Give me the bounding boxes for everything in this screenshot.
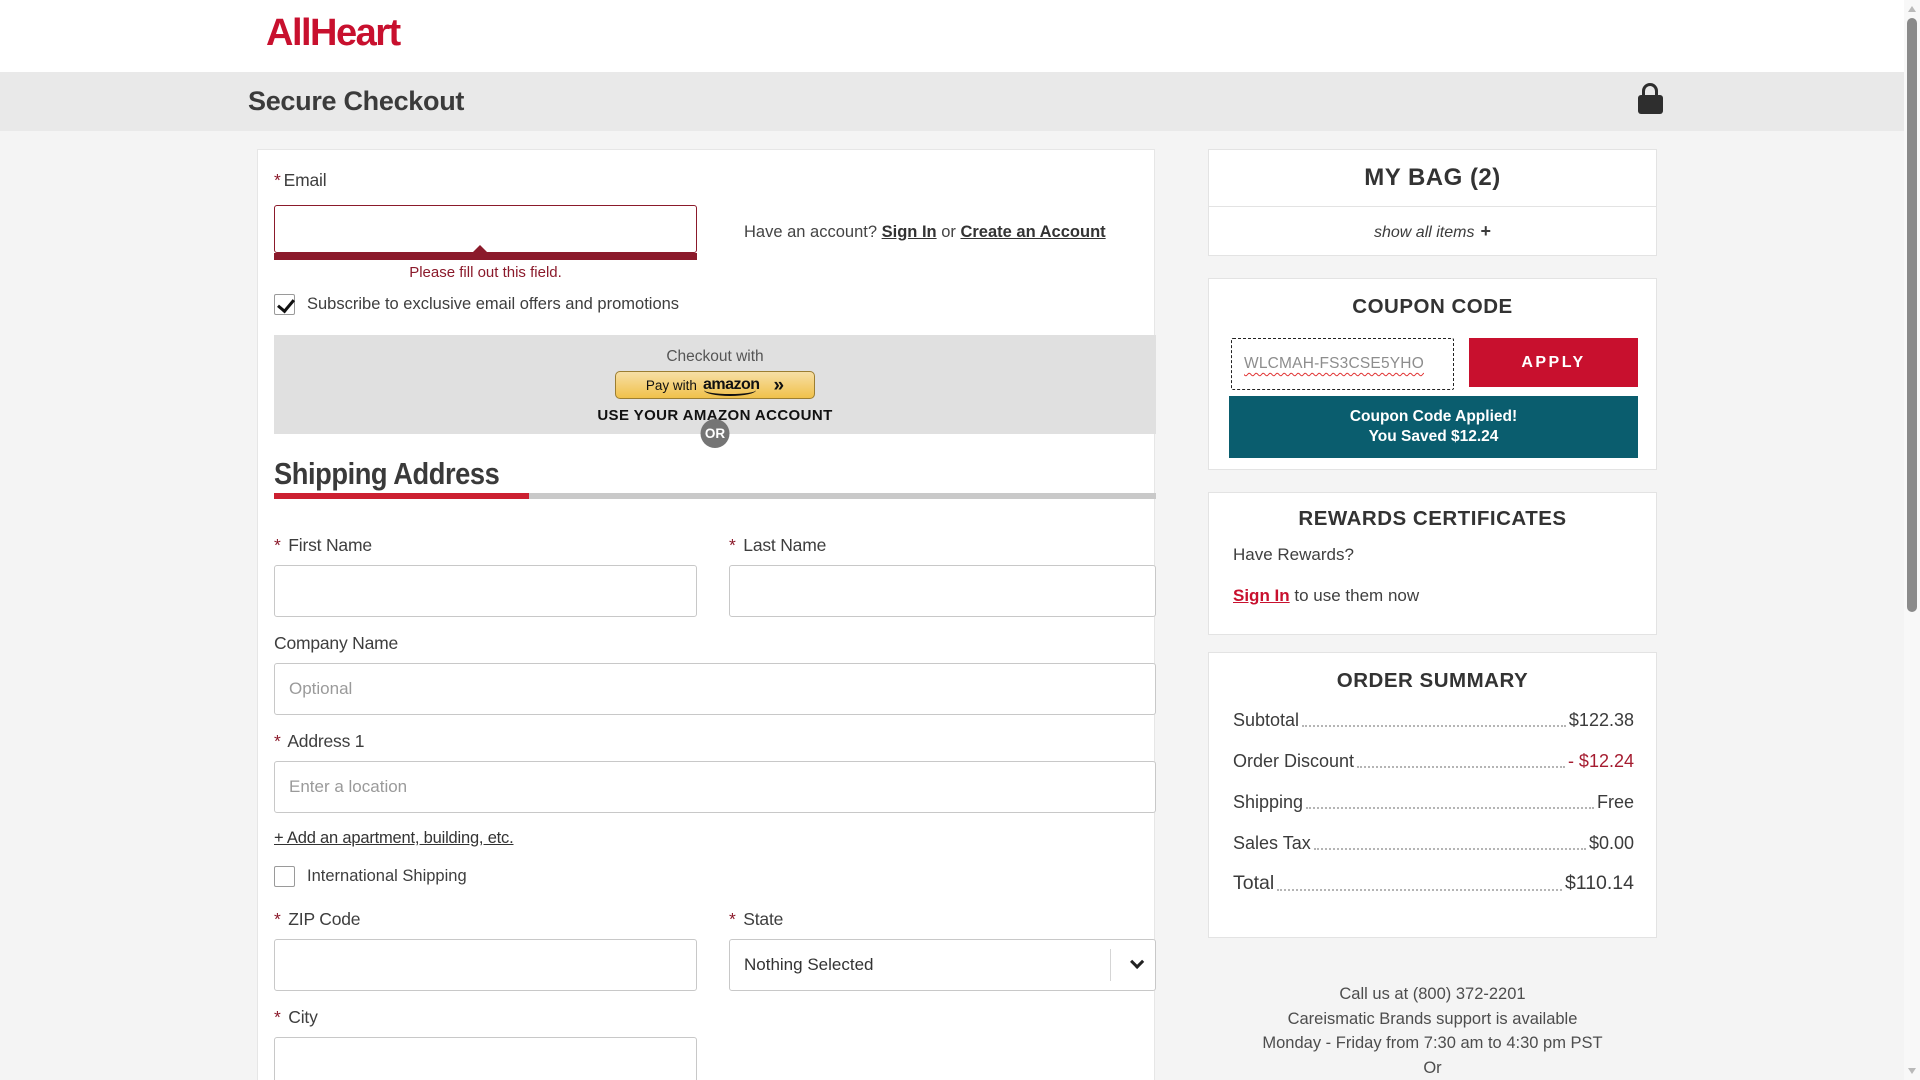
select-divider bbox=[1110, 949, 1111, 981]
international-shipping-label: International Shipping bbox=[307, 867, 467, 886]
subscribe-checkbox[interactable] bbox=[274, 294, 295, 315]
pay-with-amazon-button[interactable]: Pay with amazon » bbox=[615, 371, 815, 399]
progress-fill bbox=[274, 493, 529, 499]
add-apartment-link[interactable]: + Add an apartment, building, etc. bbox=[274, 829, 514, 848]
account-prompt: Have an account? Sign In or Create an Ac… bbox=[744, 223, 1106, 242]
summary-row-total: Total$110.14 bbox=[1233, 872, 1634, 895]
company-label: Company Name bbox=[274, 633, 398, 654]
support-line: Or bbox=[1208, 1056, 1657, 1080]
coupon-applied-banner: Coupon Code Applied! You Saved $12.24 bbox=[1229, 396, 1638, 458]
subscribe-label: Subscribe to exclusive email offers and … bbox=[307, 295, 679, 314]
summary-row-shipping: ShippingFree bbox=[1233, 792, 1634, 813]
coupon-code-value: WLCMAH-FS3CSE5YHO bbox=[1244, 355, 1424, 373]
scroll-down-arrow-icon[interactable] bbox=[1908, 1068, 1916, 1074]
email-label: *Email bbox=[274, 170, 326, 191]
email-error-arrow-icon bbox=[472, 245, 488, 253]
city-input[interactable] bbox=[274, 1037, 697, 1080]
city-label: * City bbox=[274, 1007, 318, 1028]
double-chevron-icon: » bbox=[774, 376, 785, 395]
email-error-bar bbox=[274, 253, 697, 260]
zip-label: * ZIP Code bbox=[274, 909, 360, 930]
last-name-input[interactable] bbox=[729, 565, 1156, 617]
first-name-input[interactable] bbox=[274, 565, 697, 617]
page-title: Secure Checkout bbox=[248, 72, 464, 131]
international-shipping-row: International Shipping bbox=[274, 866, 467, 887]
required-asterisk: * bbox=[274, 170, 281, 190]
first-name-label: * First Name bbox=[274, 535, 372, 556]
coupon-title: COUPON CODE bbox=[1209, 279, 1656, 319]
international-shipping-checkbox[interactable] bbox=[274, 866, 295, 887]
address1-input[interactable] bbox=[274, 761, 1156, 813]
top-header: AllHeart bbox=[0, 0, 1904, 72]
state-selected-value: Nothing Selected bbox=[744, 955, 873, 975]
support-contact-info: Call us at (800) 372-2201 Careismatic Br… bbox=[1208, 982, 1657, 1080]
rewards-card: REWARDS CERTIFICATES Have Rewards? Sign … bbox=[1208, 492, 1657, 635]
checkout-progress-bar bbox=[274, 493, 1156, 499]
support-line: Call us at (800) 372-2201 bbox=[1208, 982, 1657, 1007]
sign-in-link[interactable]: Sign In bbox=[882, 223, 937, 241]
support-line: Monday - Friday from 7:30 am to 4:30 pm … bbox=[1208, 1031, 1657, 1056]
summary-row-salestax: Sales Tax$0.00 bbox=[1233, 833, 1634, 854]
secure-checkout-bar: Secure Checkout bbox=[0, 72, 1904, 131]
shipping-address-heading: Shipping Address bbox=[274, 456, 499, 492]
support-line: Careismatic Brands support is available bbox=[1208, 1007, 1657, 1032]
rewards-title: REWARDS CERTIFICATES bbox=[1209, 493, 1656, 531]
coupon-applied-line2: You Saved $12.24 bbox=[1229, 427, 1638, 447]
lock-icon bbox=[1636, 83, 1664, 114]
summary-row-discount: Order Discount- $12.24 bbox=[1233, 751, 1634, 772]
allheart-logo[interactable]: AllHeart bbox=[266, 12, 400, 55]
or-divider-badge: OR bbox=[701, 419, 730, 448]
apply-coupon-button[interactable]: APPLY bbox=[1469, 338, 1638, 387]
scroll-up-arrow-icon[interactable] bbox=[1908, 6, 1916, 12]
last-name-label: * Last Name bbox=[729, 535, 826, 556]
summary-row-subtotal: Subtotal$122.38 bbox=[1233, 710, 1634, 731]
amazon-logo: amazon bbox=[703, 376, 760, 394]
amazon-pay-section: Checkout with Pay with amazon » USE YOUR… bbox=[274, 335, 1156, 434]
my-bag-card: MY BAG (2) show all items+ bbox=[1208, 149, 1657, 256]
rewards-question: Have Rewards? bbox=[1233, 545, 1354, 565]
my-bag-title: MY BAG (2) bbox=[1209, 150, 1656, 207]
address1-label: * Address 1 bbox=[274, 731, 364, 752]
page-scrollbar[interactable] bbox=[1904, 0, 1920, 1080]
order-summary-title: ORDER SUMMARY bbox=[1209, 653, 1656, 693]
state-label: * State bbox=[729, 909, 783, 930]
zip-input[interactable] bbox=[274, 939, 697, 991]
plus-icon: + bbox=[1480, 221, 1491, 241]
coupon-code-input[interactable]: WLCMAH-FS3CSE5YHO bbox=[1231, 338, 1454, 390]
subscribe-row: Subscribe to exclusive email offers and … bbox=[274, 294, 679, 315]
create-account-link[interactable]: Create an Account bbox=[960, 223, 1105, 241]
coupon-card: COUPON CODE WLCMAH-FS3CSE5YHO APPLY Coup… bbox=[1208, 278, 1657, 470]
coupon-applied-line1: Coupon Code Applied! bbox=[1229, 407, 1638, 427]
checkout-form-card: *Email Please fill out this field. Have … bbox=[257, 149, 1155, 1080]
checkout-with-text: Checkout with bbox=[274, 335, 1156, 366]
rewards-sign-in-link[interactable]: Sign In bbox=[1233, 586, 1290, 605]
order-summary-card: ORDER SUMMARY Subtotal$122.38 Order Disc… bbox=[1208, 652, 1657, 938]
company-input[interactable] bbox=[274, 663, 1156, 715]
scrollbar-thumb[interactable] bbox=[1907, 18, 1917, 612]
rewards-signin-line: Sign In to use them now bbox=[1233, 586, 1419, 606]
state-select[interactable]: Nothing Selected bbox=[729, 939, 1156, 991]
show-all-items-toggle[interactable]: show all items+ bbox=[1209, 207, 1656, 257]
chevron-down-icon bbox=[1130, 955, 1144, 969]
email-error-message: Please fill out this field. bbox=[274, 264, 697, 281]
